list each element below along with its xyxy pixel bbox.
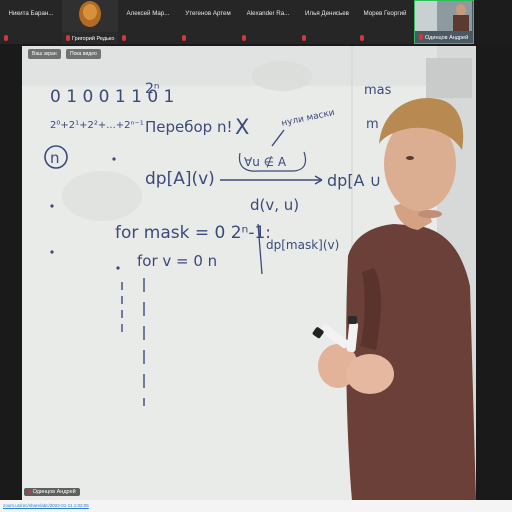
footer-bar: zoom.us/rec/share/abc/2022-01-11 1:02:05 — [0, 500, 512, 512]
whiteboard-text: n — [50, 149, 60, 167]
whiteboard-text: Перебор n! — [145, 118, 233, 136]
participant-name: Утегенов Артем — [185, 10, 231, 17]
participant-name: Морев Георгий — [363, 10, 407, 17]
participant-photo — [62, 0, 118, 32]
bullet-dot — [50, 250, 54, 254]
participant-tile[interactable]: Утегенов Артем — [178, 0, 238, 44]
whiteboard-text: mas — [364, 83, 392, 98]
muted-mic-icon — [302, 35, 306, 41]
main-video-stage: 0 1 0 0 1 1 0 1 2ⁿ 2⁰+2¹+2²+...+2ⁿ⁻¹ n П… — [22, 46, 476, 500]
participant-tile-active-speaker[interactable]: Одинцов Андрей — [414, 0, 474, 44]
whiteboard-text: 2ⁿ — [145, 81, 160, 97]
participant-name: Алексей Мар... — [126, 10, 170, 17]
participant-name: Илья Денисьев — [305, 10, 349, 17]
stop-video-chip[interactable]: Пока видео — [66, 49, 101, 59]
participant-tile[interactable]: Илья Денисьев — [298, 0, 356, 44]
participant-tile[interactable]: Алексей Мар... — [118, 0, 178, 44]
muted-mic-icon — [419, 34, 423, 40]
bullet-dot — [112, 157, 116, 161]
participant-tile[interactable]: Морев Георгий — [356, 0, 414, 44]
participant-video-thumbnail — [415, 1, 472, 31]
bullet-dot — [50, 204, 54, 208]
recording-link[interactable]: zoom.us/rec/share/abc/2022-01-11 1:02:05 — [3, 503, 89, 508]
speaker-name: Одинцов Андрей — [32, 489, 76, 495]
chip-label: Ваш экран — [32, 51, 57, 57]
whiteboard-scene: 0 1 0 0 1 1 0 1 2ⁿ 2⁰+2¹+2²+...+2ⁿ⁻¹ n П… — [22, 46, 476, 500]
participant-tile[interactable]: Григорий Редько — [62, 0, 118, 44]
participant-name: Григорий Редько — [72, 36, 115, 42]
mic-level-icon: ▮ — [28, 489, 32, 495]
whiteboard-text: for mask = 0 2ⁿ-1: — [115, 223, 271, 243]
muted-mic-icon — [360, 35, 364, 41]
participant-name: Никита Баран... — [8, 10, 54, 17]
bullet-dot — [116, 266, 120, 270]
muted-mic-icon — [66, 35, 70, 41]
whiteboard-text: dp[mask](v) — [266, 238, 339, 252]
muted-mic-icon — [182, 35, 186, 41]
chip-label: Пока видео — [70, 51, 97, 57]
muted-mic-icon — [122, 35, 126, 41]
muted-mic-icon — [4, 35, 8, 41]
whiteboard-text: X — [235, 115, 249, 139]
participant-name: Одинцов Андрей — [425, 35, 469, 41]
whiteboard-text: ∀u ∉ A — [244, 155, 287, 169]
participant-strip: Никита Баран... Григорий Редько Алексей … — [0, 0, 512, 44]
whiteboard-text: 2⁰+2¹+2²+...+2ⁿ⁻¹ — [50, 120, 144, 131]
screen-share-chip[interactable]: Ваш экран — [28, 49, 61, 59]
whiteboard-text: dp[A](v) — [145, 169, 215, 189]
participant-name: Alexander Ra... — [246, 10, 290, 17]
muted-mic-icon — [242, 35, 246, 41]
whiteboard-text: for v = 0 n — [137, 252, 217, 270]
speaker-name-tag: ▮ Одинцов Андрей — [24, 488, 80, 496]
whiteboard-text: d(v, u) — [250, 196, 299, 214]
participant-tile[interactable]: Alexander Ra... — [238, 0, 298, 44]
participant-tile[interactable]: Никита Баран... — [0, 0, 62, 44]
whiteboard-text: m — [366, 117, 379, 132]
